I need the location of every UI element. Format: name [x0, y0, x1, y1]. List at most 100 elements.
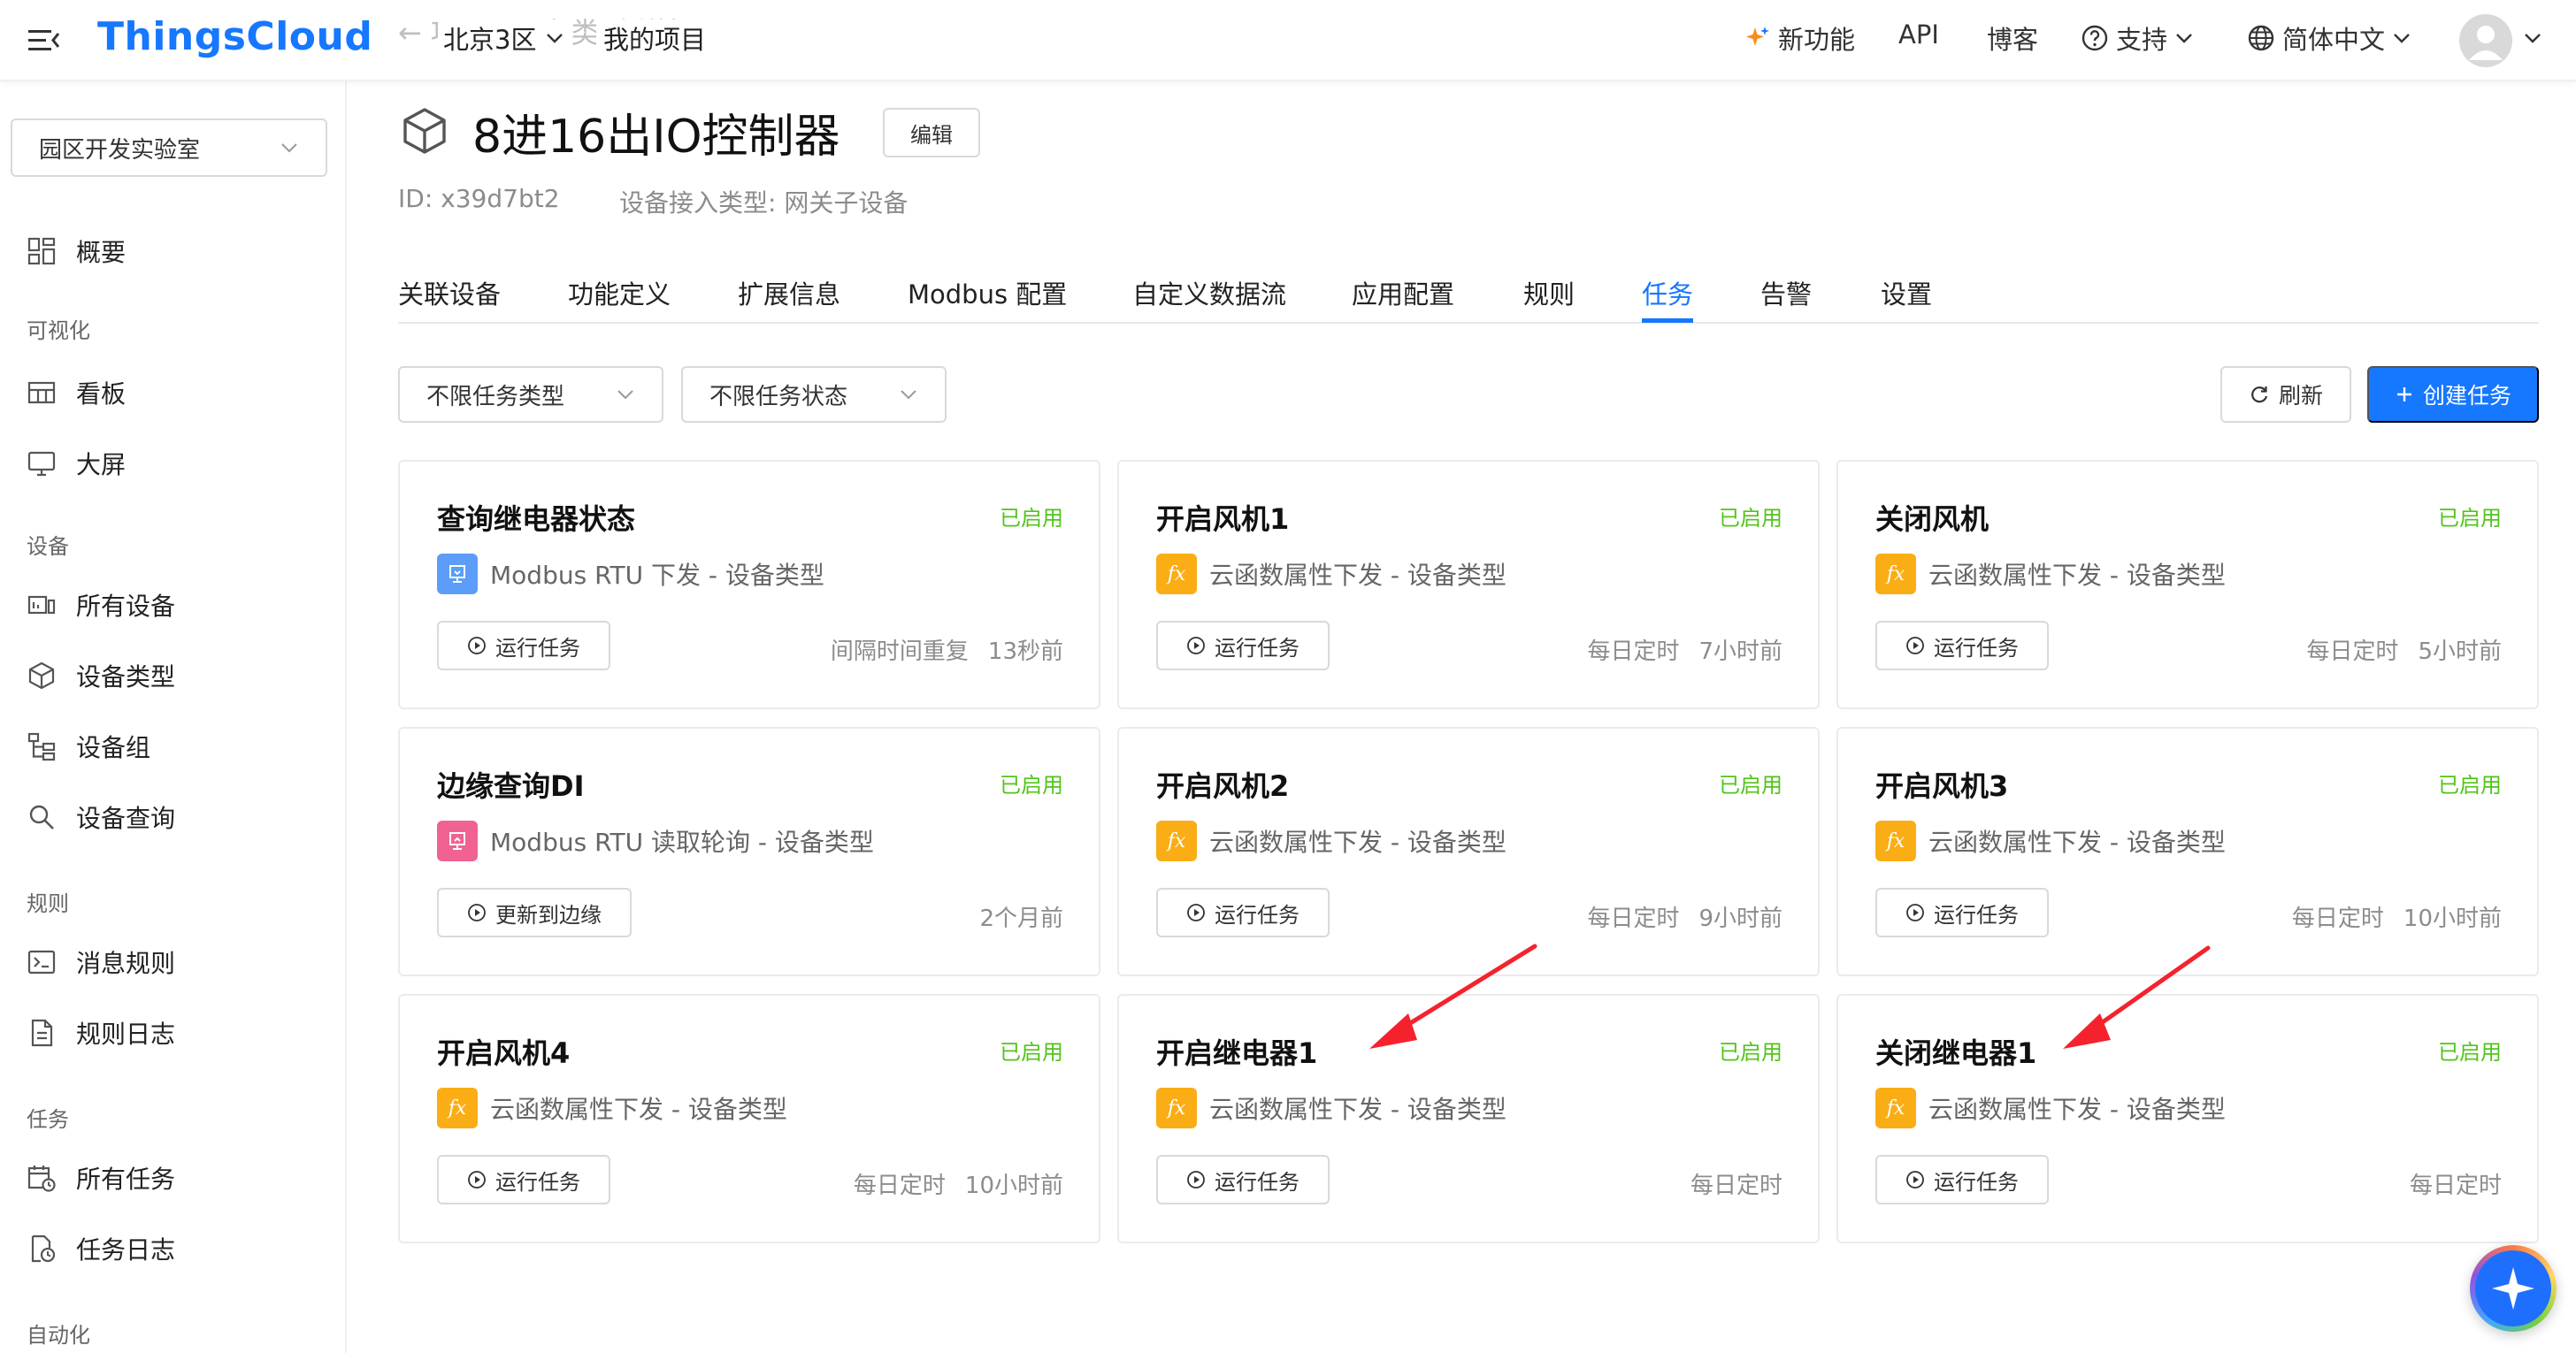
update-to-edge-button[interactable]: 更新到边缘	[437, 888, 632, 937]
run-task-button[interactable]: 运行任务	[1875, 621, 2049, 670]
sidebar-item-device-query[interactable]: 设备查询	[27, 799, 175, 835]
new-feature-link[interactable]: 新功能	[1744, 19, 1855, 57]
sidebar-item-overview[interactable]: 概要	[27, 233, 126, 269]
task-type-filter[interactable]: 不限任务类型	[398, 366, 663, 423]
task-card[interactable]: 边缘查询DI 已启用 Modbus RTU 读取轮询 - 设备类型 更新到边缘 …	[398, 727, 1100, 976]
sidebar-item-device-groups[interactable]: 设备组	[27, 729, 150, 764]
support-menu[interactable]: 支持	[2081, 19, 2194, 57]
create-task-button[interactable]: 创建任务	[2367, 366, 2539, 423]
task-schedule: 每日定时	[2291, 906, 2384, 932]
menu-collapse-icon[interactable]	[27, 23, 62, 58]
task-last-run: 10小时前	[964, 1173, 1063, 1199]
run-task-button[interactable]: 运行任务	[1156, 1155, 1330, 1204]
blog-link[interactable]: 博客	[1987, 19, 2038, 57]
sidebar-item-label: 消息规则	[76, 949, 176, 978]
modbus-poll-icon	[437, 821, 478, 861]
task-title: 关闭风机	[1875, 502, 1990, 536]
task-card[interactable]: 开启风机1 已启用 fx 云函数属性下发 - 设备类型 运行任务 每日定时 7小时前	[1117, 460, 1820, 709]
tab-rules[interactable]: 规则	[1523, 274, 1575, 311]
status-badge: 已启用	[2438, 1040, 2502, 1065]
region-label: 北京3区	[443, 25, 537, 55]
run-task-button[interactable]: 运行任务	[1156, 621, 1330, 670]
sidebar-item-all-tasks[interactable]: 所有任务	[27, 1160, 175, 1196]
task-last-run: 10小时前	[2403, 906, 2502, 932]
tab-app-config[interactable]: 应用配置	[1352, 274, 1454, 311]
sidebar-item-device-types[interactable]: 设备类型	[27, 658, 175, 693]
cloud-function-icon: fx	[1875, 554, 1916, 594]
refresh-icon	[2251, 386, 2268, 403]
task-card[interactable]: 开启风机4 已启用 fx 云函数属性下发 - 设备类型 运行任务 每日定时 10小时…	[398, 994, 1100, 1243]
blog-label: 博客	[1987, 25, 2039, 55]
refresh-button[interactable]: 刷新	[2220, 366, 2351, 423]
project-link[interactable]: 我的项目	[596, 19, 714, 57]
tab-tasks[interactable]: 任务	[1642, 274, 1693, 311]
update-to-edge-label: 更新到边缘	[495, 903, 602, 928]
run-task-label: 运行任务	[1215, 903, 1300, 928]
sidebar-item-all-devices[interactable]: 所有设备	[27, 587, 175, 623]
ai-assistant-button[interactable]	[2470, 1245, 2557, 1332]
workspace-select[interactable]: 园区开发实验室	[11, 118, 327, 177]
task-schedule: 每日定时	[853, 1173, 946, 1199]
sparkle-icon	[1746, 27, 1769, 46]
tab-custom-dataflow[interactable]: 自定义数据流	[1132, 274, 1286, 311]
task-schedule: 每日定时	[2306, 638, 2399, 665]
terminal-icon	[27, 950, 56, 975]
status-badge: 已启用	[1000, 506, 1063, 531]
run-task-button[interactable]: 运行任务	[1875, 888, 2049, 937]
run-task-button[interactable]: 运行任务	[1875, 1155, 2049, 1204]
sidebar-item-dashboard[interactable]: 看板	[27, 375, 126, 410]
plus-icon	[2396, 387, 2411, 401]
sidebar-group-rules: 规则	[27, 891, 69, 916]
monitor-icon	[27, 451, 56, 477]
task-last-run: 13秒前	[987, 638, 1063, 665]
sidebar-item-task-logs[interactable]: 任务日志	[27, 1231, 175, 1266]
status-badge: 已启用	[1000, 773, 1063, 798]
sidebar: 园区开发实验室 概要 可视化 看板 大屏 设备 所有设备 设备类型 设备组 设备…	[0, 81, 347, 1353]
sidebar-item-label: 看板	[76, 379, 126, 409]
language-menu[interactable]: 简体中文	[2247, 19, 2411, 57]
sidebar-item-rule-logs[interactable]: 规则日志	[27, 1015, 175, 1051]
board-icon	[27, 381, 56, 404]
task-title: 开启风机1	[1156, 502, 1290, 536]
run-task-button[interactable]: 运行任务	[1156, 888, 1330, 937]
chevron-down-icon[interactable]	[2523, 28, 2542, 48]
device-type-id: ID: x39d7bt2	[398, 184, 560, 213]
thingscloud-logo[interactable]: ThingsCloud	[97, 14, 372, 59]
region-select[interactable]: 北京3区	[438, 19, 571, 57]
page-title: 8进16出IO控制器	[472, 111, 840, 164]
tab-linked-devices[interactable]: 关联设备	[398, 274, 501, 311]
sidebar-item-label: 任务日志	[76, 1235, 176, 1265]
task-meta: 2个月前	[979, 900, 1063, 933]
sidebar-item-bigscreen[interactable]: 大屏	[27, 446, 126, 481]
api-link[interactable]: API	[1898, 19, 1939, 50]
modbus-rtu-icon	[437, 554, 478, 594]
user-icon	[2469, 26, 2503, 60]
tab-settings[interactable]: 设置	[1881, 274, 1932, 311]
play-circle-icon	[1187, 637, 1205, 654]
task-card[interactable]: 查询继电器状态 已启用 Modbus RTU 下发 - 设备类型 运行任务 间隔…	[398, 460, 1100, 709]
tab-function-definition[interactable]: 功能定义	[568, 274, 671, 311]
task-status-filter[interactable]: 不限任务状态	[681, 366, 947, 423]
sidebar-item-message-rules[interactable]: 消息规则	[27, 944, 175, 980]
user-avatar[interactable]	[2459, 14, 2512, 67]
task-status-filter-label: 不限任务状态	[709, 383, 848, 410]
edit-button[interactable]: 编辑	[883, 108, 980, 157]
sidebar-group-automation: 自动化	[27, 1323, 90, 1348]
run-task-button[interactable]: 运行任务	[437, 1155, 610, 1204]
run-task-button[interactable]: 运行任务	[437, 621, 610, 670]
task-schedule: 每日定时	[1690, 1173, 1782, 1199]
group-tree-icon	[27, 732, 56, 761]
task-schedule: 每日定时	[1587, 906, 1680, 932]
chevron-down-icon	[901, 390, 916, 400]
cloud-function-icon: fx	[1156, 1088, 1197, 1128]
log-clock-icon	[31, 1235, 56, 1263]
annotation-arrow-icon	[2063, 945, 2211, 1049]
tab-alarms[interactable]: 告警	[1760, 274, 1812, 311]
tab-extended-info[interactable]: 扩展信息	[738, 274, 840, 311]
task-title: 开启风机2	[1156, 769, 1290, 803]
sidebar-item-label: 概要	[76, 238, 126, 267]
sidebar-item-label: 设备查询	[76, 804, 176, 833]
task-card[interactable]: 关闭风机 已启用 fx 云函数属性下发 - 设备类型 运行任务 每日定时 5小时前	[1836, 460, 2539, 709]
cloud-function-icon: fx	[1875, 1088, 1916, 1128]
tab-modbus-config[interactable]: Modbus 配置	[908, 274, 1067, 311]
